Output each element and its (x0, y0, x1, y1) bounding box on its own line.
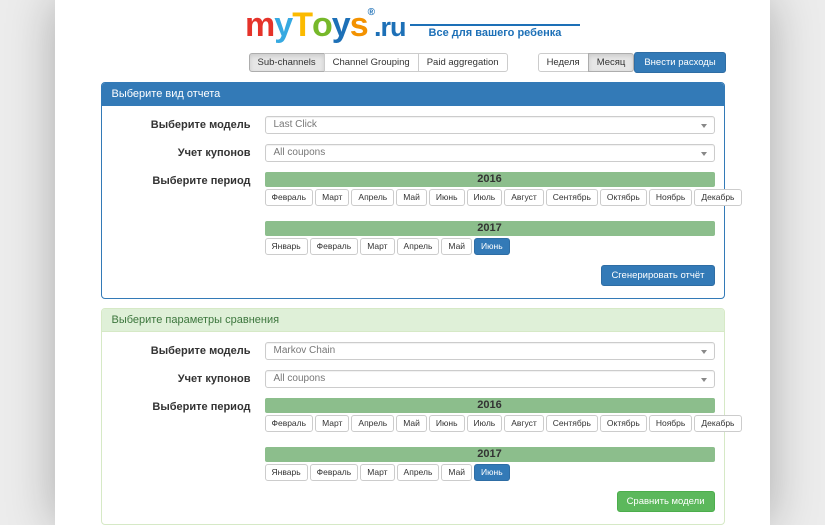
model-label: Выберите модель (150, 119, 251, 131)
period-selector: 2016 Февраль Март Апрель Май Июнь Июль Август Се… (264, 398, 742, 482)
chevron-down-icon (700, 350, 707, 355)
logo-letter: m (245, 6, 275, 44)
logo-tagline: Все для вашего ребенка (409, 24, 580, 39)
logo-letter: y (331, 6, 351, 44)
page-sheet: myToys®.ru Все для вашего ребенка Sub-ch… (55, 0, 770, 525)
month-button[interactable]: Март (360, 464, 395, 482)
enter-expenses-button[interactable]: Внести расходы (634, 52, 726, 73)
month-button[interactable]: Апрель (351, 415, 395, 433)
year-header: 2017 (264, 221, 715, 237)
month-button[interactable]: Октябрь (599, 189, 647, 207)
month-button[interactable]: Ноябрь (648, 415, 693, 433)
month-button[interactable]: Февраль (264, 415, 314, 433)
compare-coupons-select-value: All coupons (273, 373, 326, 385)
logo-letter: T (292, 6, 313, 44)
month-button[interactable]: Май (441, 238, 473, 256)
month-button[interactable]: Июнь (428, 189, 465, 207)
month-button[interactable]: Май (396, 189, 427, 207)
month-button[interactable]: Апрель (351, 189, 395, 207)
logo: myToys®.ru Все для вашего ребенка (101, 8, 725, 42)
coupons-label: Учет купонов (177, 373, 251, 386)
coupons-label: Учет купонов (177, 147, 251, 159)
logo-letter: y (274, 6, 293, 44)
model-label: Выберите модель (150, 345, 251, 358)
month-button[interactable]: Октябрь (599, 415, 647, 433)
month-button[interactable]: Январь (264, 464, 308, 482)
report-panel: Выберите вид отчета Выберите модель Last… (100, 82, 742, 300)
compare-model-select[interactable]: Markov Chain (264, 342, 715, 361)
month-button[interactable]: Май (396, 415, 427, 433)
month-button[interactable]: Март (360, 238, 395, 256)
report-panel-title: Выберите вид отчета (101, 83, 724, 106)
month-button[interactable]: Июнь (428, 415, 465, 433)
year-block: 2016 Февраль Март Апрель Май Июнь Июль Август Се… (264, 398, 742, 433)
month-button[interactable]: Июнь (474, 238, 510, 256)
month-button[interactable]: Март (315, 415, 350, 433)
month-button[interactable]: Июль (466, 189, 503, 207)
coupons-select-value: All coupons (273, 147, 326, 158)
view-toggle-button[interactable]: Paid aggregation (417, 52, 508, 73)
year-block: 2017 Январь Февраль Март Апрель Май Июнь (264, 447, 715, 482)
month-button[interactable]: Май (441, 464, 473, 482)
month-button[interactable]: Апрель (396, 238, 440, 256)
month-button[interactable]: Февраль (309, 464, 359, 482)
generate-report-button[interactable]: Сгенерировать отчёт (601, 265, 715, 287)
period-label: Выберите период (152, 175, 251, 187)
month-row: Январь Февраль Март Апрель Май Июнь (264, 238, 715, 256)
month-button[interactable]: Сентябрь (545, 189, 598, 207)
month-row: Февраль Март Апрель Май Июнь Июль Август Сентяб… (264, 189, 742, 207)
year-header: 2016 (264, 398, 715, 414)
month-button[interactable]: Март (315, 189, 350, 207)
year-header: 2017 (264, 447, 715, 463)
chevron-down-icon (700, 378, 707, 383)
view-toggle-group: Sub-channels Channel Grouping Paid aggrega… (248, 52, 508, 73)
month-button[interactable]: Декабрь (694, 415, 742, 433)
month-button[interactable]: Декабрь (694, 189, 742, 207)
year-block: 2016 Февраль Март Апрель Май Июнь Июль Август Се… (264, 172, 742, 207)
chevron-down-icon (700, 152, 707, 156)
compare-panel-title: Выберите параметры сравнения (101, 309, 724, 333)
period-label: Выберите период (152, 401, 251, 414)
month-button[interactable]: Сентябрь (545, 415, 598, 433)
chevron-down-icon (700, 124, 707, 128)
month-button[interactable]: Апрель (396, 464, 440, 482)
granularity-toggle-button[interactable]: Месяц (587, 52, 635, 73)
month-button[interactable]: Февраль (264, 189, 314, 207)
compare-coupons-select[interactable]: All coupons (264, 370, 715, 389)
period-selector: 2016 Февраль Март Апрель Май Июнь Июль Август Се… (264, 172, 742, 256)
compare-panel: Выберите параметры сравнения Выберите мо… (100, 308, 742, 525)
month-row: Февраль Март Апрель Май Июнь Июль Август Сентяб… (264, 415, 742, 433)
logo-letter: s (349, 6, 369, 44)
month-button[interactable]: Январь (264, 238, 308, 256)
month-button[interactable]: Август (504, 189, 544, 207)
month-button[interactable]: Август (504, 415, 544, 433)
compare-model-select-value: Markov Chain (273, 345, 336, 357)
view-toggle-button[interactable]: Sub-channels (248, 52, 325, 73)
month-row: Январь Февраль Март Апрель Май Июнь (264, 464, 715, 482)
model-select-value: Last Click (273, 119, 317, 130)
logo-letter: o (311, 6, 333, 44)
granularity-toggle-button[interactable]: Неделя (537, 52, 589, 73)
granularity-toggle-group: Неделя Месяц (537, 52, 635, 73)
month-button[interactable]: Июль (466, 415, 503, 433)
logo-domain: .ru (373, 12, 407, 42)
month-button[interactable]: Ноябрь (648, 189, 693, 207)
year-block: 2017 Январь Февраль Март Апрель Май Июнь (264, 221, 715, 256)
model-select[interactable]: Last Click (264, 116, 715, 134)
coupons-select[interactable]: All coupons (264, 144, 715, 162)
month-button[interactable]: Февраль (309, 238, 359, 256)
month-button[interactable]: Июнь (474, 464, 510, 482)
year-header: 2016 (264, 172, 715, 187)
toolbar: Sub-channels Channel Grouping Paid aggrega… (101, 52, 726, 73)
compare-models-button[interactable]: Сравнить модели (616, 491, 715, 513)
logo-brand-text: myToys (245, 6, 369, 44)
view-toggle-button[interactable]: Channel Grouping (323, 52, 419, 73)
